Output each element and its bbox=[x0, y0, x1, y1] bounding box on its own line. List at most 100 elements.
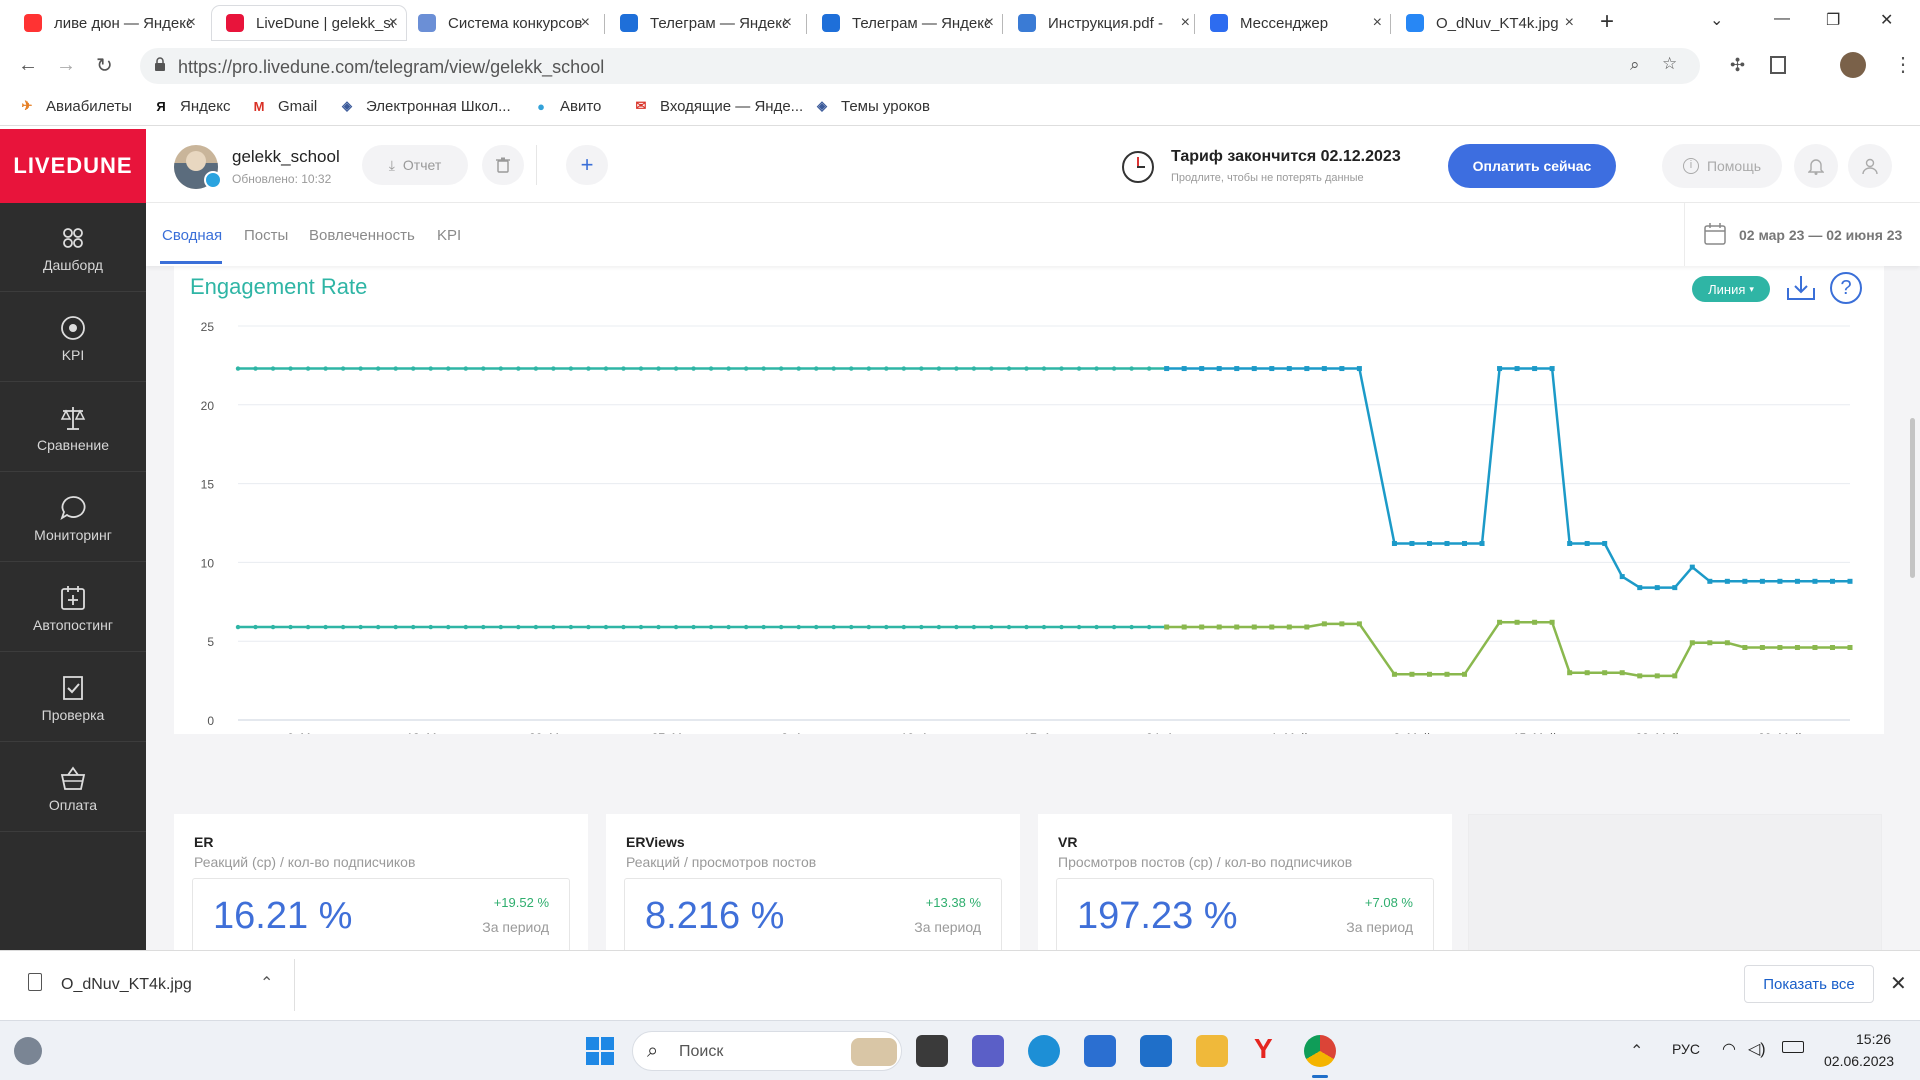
reload-icon[interactable]: ↻ bbox=[96, 53, 113, 78]
chevron-down-icon[interactable]: ⌄ bbox=[1710, 10, 1723, 30]
account-name[interactable]: gelekk_school bbox=[232, 147, 340, 167]
browser-tab[interactable]: O_dNuv_KT4k.jpg × bbox=[1392, 6, 1582, 40]
profile-avatar[interactable] bbox=[1840, 52, 1866, 78]
show-all-button[interactable]: Показать все bbox=[1744, 965, 1874, 1003]
close-tab-icon[interactable]: × bbox=[1181, 14, 1190, 32]
weather-icon[interactable] bbox=[14, 1037, 42, 1065]
address-bar[interactable]: https://pro.livedune.com/telegram/view/g… bbox=[140, 48, 1700, 84]
clock-time[interactable]: 15:26 bbox=[1856, 1031, 1891, 1047]
help-button[interactable]: i Помощь bbox=[1662, 144, 1782, 188]
chevron-up-icon[interactable]: ⌃ bbox=[260, 973, 273, 993]
sidebar-item[interactable]: KPI bbox=[0, 293, 146, 382]
bookmark-item[interactable]: M Gmail bbox=[250, 97, 318, 115]
scales-icon bbox=[60, 407, 86, 430]
chrome-icon[interactable] bbox=[1304, 1035, 1336, 1067]
browser-tab[interactable]: Телеграм — Яндекс × bbox=[606, 6, 800, 40]
data-point bbox=[1234, 366, 1240, 372]
close-tab-icon[interactable]: × bbox=[389, 14, 398, 32]
download-file-name[interactable]: O_dNuv_KT4k.jpg bbox=[61, 976, 192, 994]
close-window-icon[interactable]: ✕ bbox=[1880, 10, 1893, 30]
zoom-icon[interactable]: ⌕ bbox=[1630, 55, 1640, 75]
sidebar-item[interactable]: Автопостинг bbox=[0, 563, 146, 652]
browser-tab[interactable]: LiveDune | gelekk_school× bbox=[212, 6, 406, 40]
sidebar-item[interactable]: Оплата bbox=[0, 743, 146, 832]
tab-engagement[interactable]: Вовлеченность bbox=[309, 227, 415, 244]
data-point bbox=[1444, 671, 1450, 677]
sidebar-item[interactable]: Мониторинг bbox=[0, 473, 146, 562]
taskbar-search[interactable]: ⌕ Поиск bbox=[632, 1031, 902, 1071]
bookmark-item[interactable]: ◈ Темы уроков bbox=[813, 97, 930, 115]
data-point bbox=[1497, 366, 1503, 372]
add-account-button[interactable]: + bbox=[566, 145, 608, 185]
bookmark-item[interactable]: ◈ Электронная Школ... bbox=[338, 97, 511, 115]
user-menu-button[interactable] bbox=[1848, 144, 1892, 188]
report-button[interactable]: ⤓ Отчет bbox=[362, 145, 468, 185]
series-line-blue bbox=[1603, 542, 1624, 578]
menu-kebab-icon[interactable]: ⋮ bbox=[1893, 52, 1913, 77]
browser-tab[interactable]: Телеграм — Яндекс × bbox=[808, 6, 1002, 40]
bookmark-item[interactable]: ✉ Входящие — Янде... bbox=[632, 97, 804, 115]
extensions-icon[interactable]: ✣ bbox=[1730, 55, 1745, 76]
store-icon[interactable] bbox=[1084, 1035, 1116, 1067]
x-tick-label: 22. Май bbox=[1635, 731, 1679, 734]
close-tab-icon[interactable]: × bbox=[985, 14, 994, 32]
tab-kpi[interactable]: KPI bbox=[437, 227, 461, 244]
page-scrollbar[interactable] bbox=[1910, 418, 1915, 578]
close-tab-icon[interactable]: × bbox=[1565, 14, 1574, 32]
sidebar-item[interactable]: Дашборд bbox=[0, 203, 146, 292]
teams-chat-icon[interactable] bbox=[972, 1035, 1004, 1067]
browser-tab[interactable]: ливе дюн — Яндекс × bbox=[10, 6, 204, 40]
browser-tab[interactable]: Мессенджер × bbox=[1196, 6, 1390, 40]
edge-icon[interactable] bbox=[1028, 1035, 1060, 1067]
minimize-icon[interactable]: — bbox=[1774, 10, 1790, 28]
close-tab-icon[interactable]: × bbox=[187, 14, 196, 32]
wifi-icon[interactable]: ◠ bbox=[1722, 1039, 1736, 1059]
sidepanel-icon[interactable] bbox=[1770, 56, 1786, 74]
file-explorer-icon[interactable] bbox=[1196, 1035, 1228, 1067]
close-tab-icon[interactable]: × bbox=[783, 14, 792, 32]
back-icon[interactable]: ← bbox=[18, 54, 38, 77]
clock-date[interactable]: 02.06.2023 bbox=[1824, 1053, 1894, 1069]
close-tab-icon[interactable]: × bbox=[581, 14, 590, 32]
task-view-icon[interactable] bbox=[916, 1035, 948, 1067]
data-point bbox=[463, 366, 468, 371]
date-range[interactable]: 02 мар 23 — 02 июня 23 bbox=[1739, 227, 1902, 243]
metric-card-er: ER Реакций (ср) / кол-во подписчиков 16.… bbox=[174, 814, 588, 950]
metric-card-vr: VR Просмотров постов (ср) / кол-во подпи… bbox=[1038, 814, 1452, 950]
browser-tab[interactable]: Инструкция.pdf - × bbox=[1004, 6, 1198, 40]
language-indicator[interactable]: РУС bbox=[1672, 1041, 1700, 1057]
bookmark-label: Авиабилеты bbox=[46, 97, 132, 115]
tab-summary[interactable]: Сводная bbox=[162, 227, 222, 244]
close-shelf-icon[interactable]: ✕ bbox=[1890, 971, 1907, 996]
mail-app-icon[interactable] bbox=[1140, 1035, 1172, 1067]
volume-icon[interactable]: ◁) bbox=[1748, 1039, 1766, 1059]
new-tab-icon[interactable]: + bbox=[1600, 8, 1614, 36]
maximize-icon[interactable]: ❐ bbox=[1826, 10, 1840, 30]
data-point bbox=[498, 624, 504, 630]
forward-icon[interactable]: → bbox=[56, 54, 76, 77]
data-point bbox=[323, 366, 328, 371]
notifications-button[interactable] bbox=[1794, 144, 1838, 188]
bookmark-item[interactable]: ✈ Авиабилеты bbox=[18, 97, 132, 115]
sidebar-item[interactable]: Проверка bbox=[0, 653, 146, 742]
sidebar-item[interactable]: Сравнение bbox=[0, 383, 146, 472]
delete-button[interactable] bbox=[482, 145, 524, 185]
data-point bbox=[340, 366, 346, 371]
star-icon[interactable]: ☆ bbox=[1662, 54, 1677, 74]
windows-start-icon[interactable] bbox=[584, 1035, 616, 1067]
data-point bbox=[1164, 366, 1170, 372]
browser-tab[interactable]: Система конкурсов × bbox=[404, 6, 598, 40]
data-point bbox=[481, 624, 486, 630]
bookmark-item[interactable]: ● Авито bbox=[532, 97, 601, 115]
data-point bbox=[1479, 540, 1485, 546]
tray-chevron-icon[interactable]: ⌃ bbox=[1630, 1041, 1643, 1061]
pay-now-button[interactable]: Оплатить сейчас bbox=[1448, 144, 1616, 188]
livedune-logo[interactable]: LIVEDUNE bbox=[0, 129, 146, 203]
tab-posts[interactable]: Посты bbox=[244, 227, 288, 244]
sidebar-item-label: Оплата bbox=[48, 797, 98, 813]
close-tab-icon[interactable]: × bbox=[1373, 14, 1382, 32]
bookmark-item[interactable]: Я Яндекс bbox=[152, 97, 230, 115]
calendar-icon[interactable] bbox=[1704, 223, 1726, 245]
battery-icon[interactable] bbox=[1782, 1041, 1804, 1053]
yandex-browser-icon[interactable]: Y bbox=[1254, 1033, 1273, 1065]
